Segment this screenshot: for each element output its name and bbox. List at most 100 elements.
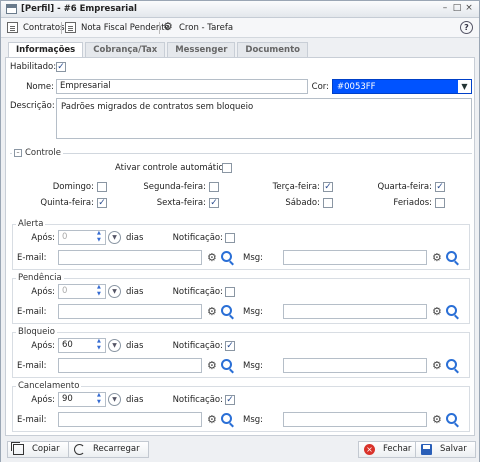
dias-label: dias <box>126 287 144 297</box>
sexta-label: Sexta-feira: <box>156 198 206 208</box>
fechar-button[interactable]: × Fechar <box>358 441 421 458</box>
msg-label: Msg: <box>243 361 264 371</box>
profile-window: [Perfil] - #6 Empresarial – □ × Contrato… <box>0 0 480 462</box>
tab-documento[interactable]: Documento <box>237 42 308 57</box>
cor-select[interactable]: #0053FF ▼ <box>332 79 472 94</box>
restore-button[interactable]: □ <box>451 3 463 15</box>
nota-fiscal-pendente-button[interactable]: Nota Fiscal Pendente <box>65 22 170 33</box>
informacoes-panel: Habilitado: ✓ Nome: Empresarial Cor: #00… <box>5 57 475 436</box>
quarta-checkbox[interactable]: ✓ <box>435 182 445 192</box>
chevron-down-icon[interactable]: ▼ <box>458 80 471 93</box>
salvar-label: Salvar <box>440 444 467 454</box>
stepper-icon[interactable] <box>96 392 105 406</box>
chevron-down-icon[interactable]: ▼ <box>108 285 121 298</box>
sabado-label: Sábado: <box>285 198 320 208</box>
domingo-checkbox[interactable] <box>97 182 107 192</box>
copiar-button[interactable]: Copiar <box>7 441 69 458</box>
notificacao-label: Notificação: <box>172 233 223 243</box>
copiar-label: Copiar <box>32 444 60 454</box>
stepper-icon[interactable] <box>96 338 105 352</box>
descricao-textarea[interactable]: Padrões migrados de contratos sem bloque… <box>56 98 472 139</box>
msg-input[interactable] <box>283 412 427 427</box>
copy-icon <box>11 442 24 455</box>
gear-icon[interactable]: ⚙ <box>207 414 217 425</box>
recarregar-button[interactable]: Recarregar <box>68 441 149 458</box>
search-icon[interactable] <box>446 413 457 424</box>
notificacao-label: Notificação: <box>172 395 223 405</box>
cor-label: Cor: <box>311 82 329 92</box>
close-window-button[interactable]: × <box>463 3 475 15</box>
cron-tarefa-button[interactable]: ⚙ Cron - Tarefa <box>163 20 233 33</box>
chevron-down-icon[interactable]: ▼ <box>108 339 121 352</box>
terca-checkbox[interactable]: ✓ <box>323 182 333 192</box>
msg-label: Msg: <box>243 307 264 317</box>
search-icon[interactable] <box>221 413 232 424</box>
fechar-label: Fechar <box>383 444 412 454</box>
cancelamento-title: Cancelamento <box>16 381 82 391</box>
tab-cobranca[interactable]: Cobrança/Tax <box>85 42 166 57</box>
msg-input[interactable] <box>283 358 427 373</box>
help-icon[interactable]: ? <box>460 21 473 34</box>
notificacao-label: Notificação: <box>172 287 223 297</box>
bloqueio-section: Bloqueio Após: 60 ▼ dias Notificação: ✓ … <box>12 327 470 378</box>
stepper-icon[interactable] <box>96 230 105 244</box>
cancelamento-section: Cancelamento Após: 90 ▼ dias Notificação… <box>12 381 470 432</box>
contratos-label: Contratos <box>23 22 65 33</box>
apos-label: Após: <box>31 341 55 351</box>
search-icon[interactable] <box>221 359 232 370</box>
search-icon[interactable] <box>221 305 232 316</box>
collapse-icon[interactable]: – <box>14 149 22 157</box>
habilitado-checkbox[interactable]: ✓ <box>56 62 66 72</box>
title-bar: [Perfil] - #6 Empresarial – □ × <box>1 1 479 18</box>
gear-icon[interactable]: ⚙ <box>207 306 217 317</box>
email-input[interactable] <box>58 304 202 319</box>
feriados-checkbox[interactable] <box>435 198 445 208</box>
footer-bar: Copiar Recarregar × Fechar Salvar <box>1 438 479 462</box>
notificacao-checkbox[interactable] <box>225 287 235 297</box>
stepper-icon[interactable] <box>96 284 105 298</box>
gear-icon[interactable]: ⚙ <box>432 414 442 425</box>
notificacao-checkbox[interactable]: ✓ <box>225 341 235 351</box>
email-input[interactable] <box>58 358 202 373</box>
terca-label: Terça-feira: <box>272 182 320 192</box>
gear-icon[interactable]: ⚙ <box>207 252 217 263</box>
msg-input[interactable] <box>283 304 427 319</box>
controle-legend[interactable]: – Controle <box>12 148 63 158</box>
quinta-checkbox[interactable]: ✓ <box>97 198 107 208</box>
gear-icon[interactable]: ⚙ <box>432 360 442 371</box>
contratos-button[interactable]: Contratos <box>7 22 65 33</box>
minimize-button[interactable]: – <box>439 3 451 15</box>
search-icon[interactable] <box>446 305 457 316</box>
chevron-down-icon[interactable]: ▼ <box>108 231 121 244</box>
tab-informacoes[interactable]: Informações <box>8 42 84 58</box>
sabado-checkbox[interactable] <box>323 198 333 208</box>
notificacao-label: Notificação: <box>172 341 223 351</box>
segunda-checkbox[interactable] <box>209 182 219 192</box>
salvar-button[interactable]: Salvar <box>415 441 476 458</box>
notificacao-checkbox[interactable]: ✓ <box>225 395 235 405</box>
domingo-label: Domingo: <box>52 182 94 192</box>
search-icon[interactable] <box>446 359 457 370</box>
pendencia-section: Pendência Após: 0 ▼ dias Notificação: E-… <box>12 273 470 324</box>
quinta-label: Quinta-feira: <box>40 198 94 208</box>
auto-checkbox[interactable] <box>222 163 232 173</box>
window-icon <box>6 4 17 14</box>
search-icon[interactable] <box>221 251 232 262</box>
nome-input[interactable]: Empresarial <box>56 79 308 94</box>
chevron-down-icon[interactable]: ▼ <box>108 393 121 406</box>
document-icon <box>65 22 76 33</box>
gear-icon[interactable]: ⚙ <box>207 360 217 371</box>
notificacao-checkbox[interactable] <box>225 233 235 243</box>
gear-icon: ⚙ <box>163 20 173 33</box>
gear-icon[interactable]: ⚙ <box>432 252 442 263</box>
search-icon[interactable] <box>446 251 457 262</box>
email-input[interactable] <box>58 412 202 427</box>
segunda-label: Segunda-feira: <box>143 182 206 192</box>
sexta-checkbox[interactable]: ✓ <box>209 198 219 208</box>
msg-input[interactable] <box>283 250 427 265</box>
gear-icon[interactable]: ⚙ <box>432 306 442 317</box>
apos-label: Após: <box>31 287 55 297</box>
tab-messenger[interactable]: Messenger <box>167 42 236 57</box>
email-label: E-mail: <box>17 415 47 425</box>
email-input[interactable] <box>58 250 202 265</box>
